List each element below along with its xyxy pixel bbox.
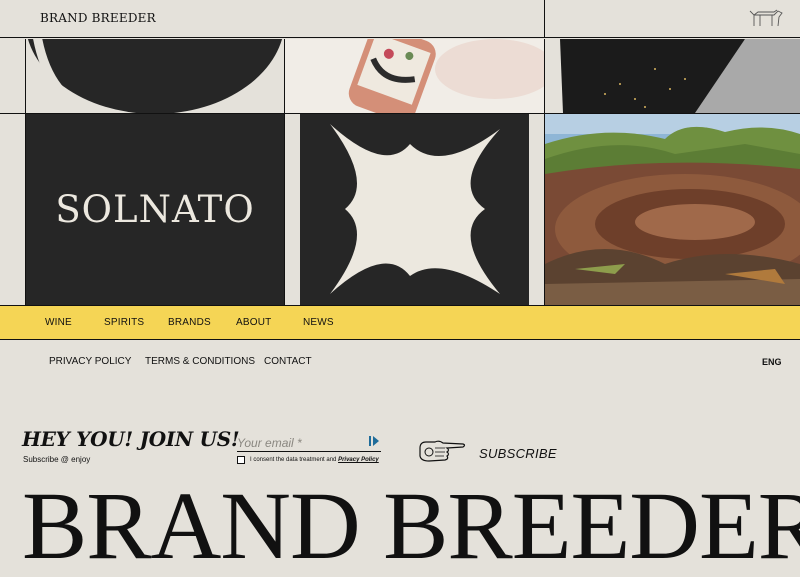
volcano-landscape-image bbox=[545, 114, 800, 305]
tile-volcano-photo[interactable] bbox=[545, 114, 800, 305]
nav-item-wine[interactable]: WINE bbox=[45, 317, 72, 328]
link-contact[interactable]: CONTACT bbox=[264, 356, 312, 367]
subscribe-button[interactable]: SUBSCRIBE bbox=[479, 446, 557, 461]
privacy-policy-link[interactable]: Privacy Policy bbox=[338, 457, 379, 463]
dog-icon[interactable] bbox=[748, 6, 784, 30]
tile-wine-bottle[interactable] bbox=[285, 39, 544, 113]
newsletter-title: HEY YOU! JOIN US! bbox=[22, 427, 240, 451]
star-burst-icon bbox=[300, 114, 529, 305]
grid-divider bbox=[284, 39, 285, 305]
language-switcher[interactable]: ENG bbox=[762, 357, 782, 367]
nav-item-news[interactable]: NEWS bbox=[303, 317, 334, 328]
link-privacy-policy[interactable]: PRIVACY POLICY bbox=[49, 356, 131, 367]
nav-item-spirits[interactable]: SPIRITS bbox=[104, 317, 144, 328]
solnato-logo-text: SOLNATO bbox=[55, 188, 255, 231]
tile-black-bottle[interactable] bbox=[545, 39, 800, 113]
black-bottle-image bbox=[545, 39, 800, 113]
brand-logo[interactable]: BRAND BREEDER bbox=[40, 11, 156, 25]
email-field-wrapper bbox=[237, 434, 381, 452]
nav-item-about[interactable]: ABOUT bbox=[236, 317, 271, 328]
consent-row: I consent the data treatment and Privacy… bbox=[237, 456, 379, 464]
footer-brand-title: BRAND BREEDER bbox=[22, 472, 800, 577]
main-nav: WINE SPIRITS BRANDS ABOUT NEWS bbox=[0, 305, 800, 340]
link-terms-conditions[interactable]: TERMS & CONDITIONS bbox=[145, 356, 255, 367]
consent-checkbox[interactable] bbox=[237, 456, 245, 464]
send-arrow-icon[interactable] bbox=[369, 435, 379, 447]
consent-text: I consent the data treatment and Privacy… bbox=[250, 457, 379, 463]
consent-label: I consent the data treatment and bbox=[250, 457, 337, 463]
arch-graphic bbox=[26, 39, 284, 113]
nav-item-brands[interactable]: BRANDS bbox=[168, 317, 211, 328]
tile-arch-graphic[interactable] bbox=[26, 39, 284, 113]
email-field[interactable] bbox=[237, 435, 365, 451]
tile-solnato[interactable]: SOLNATO bbox=[26, 114, 284, 305]
pointing-hand-icon bbox=[419, 440, 466, 462]
header-divider bbox=[544, 0, 545, 38]
tile-star-graphic[interactable] bbox=[300, 114, 529, 305]
newsletter-subtitle: Subscribe @ enjoy bbox=[23, 455, 91, 464]
wine-bottle-image bbox=[285, 39, 544, 113]
